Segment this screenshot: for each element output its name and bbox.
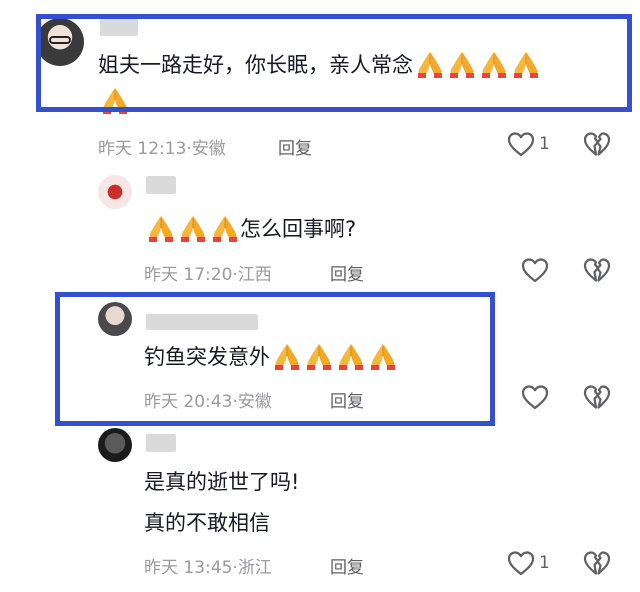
avatar[interactable]	[98, 175, 132, 209]
dislike-button[interactable]	[582, 130, 612, 162]
comment-meta-4: 昨天 13:45·浙江	[144, 558, 272, 578]
highlight-box-2	[55, 292, 495, 426]
username-redacted[interactable]	[146, 176, 176, 194]
heart-outline-icon	[521, 385, 549, 410]
comment-location: 安徽	[191, 139, 226, 159]
dislike-button[interactable]	[582, 383, 612, 415]
comment-location: 江西	[237, 265, 272, 285]
reply-button[interactable]: 回复	[330, 553, 364, 578]
heart-outline-icon	[507, 551, 535, 576]
highlight-box-1	[36, 14, 632, 112]
reply-button[interactable]: 回复	[278, 134, 312, 159]
comment-location: 安徽	[237, 392, 272, 412]
broken-heart-icon	[583, 551, 611, 575]
dislike-button[interactable]	[582, 549, 612, 581]
like-button[interactable]	[506, 549, 536, 581]
reply-button[interactable]: 回复	[330, 387, 364, 412]
comment-time: 昨天 17:20	[144, 265, 233, 285]
folded-hands-emoji-icon	[146, 214, 176, 243]
folded-hands-emoji-icon	[210, 214, 240, 243]
comment-location: 浙江	[237, 558, 272, 578]
comment-text-body: 怎么回事啊?	[240, 217, 357, 241]
like-count: 1	[539, 553, 550, 573]
broken-heart-icon	[583, 132, 611, 156]
broken-heart-icon	[583, 258, 611, 282]
heart-outline-icon	[507, 132, 535, 157]
like-button[interactable]	[520, 256, 550, 288]
folded-hands-emoji-icon	[178, 214, 208, 243]
username-redacted[interactable]	[146, 434, 176, 452]
comment-time: 昨天 13:45	[144, 558, 233, 578]
comment-text-2: 怎么回事啊?	[144, 214, 356, 244]
comment-meta-1: 昨天 12:13·安徽	[98, 139, 226, 159]
like-count: 1	[539, 134, 550, 154]
comment-text-4a: 是真的逝世了吗!	[144, 470, 300, 494]
like-button[interactable]	[520, 383, 550, 415]
like-button[interactable]	[506, 130, 536, 162]
comment-meta-3: 昨天 20:43·安徽	[144, 392, 272, 412]
heart-outline-icon	[521, 258, 549, 283]
comment-time: 昨天 12:13	[98, 139, 187, 159]
broken-heart-icon	[583, 385, 611, 409]
comment-meta-2: 昨天 17:20·江西	[144, 265, 272, 285]
avatar[interactable]	[98, 428, 132, 462]
reply-button[interactable]: 回复	[330, 260, 364, 285]
comment-text-4b: 真的不敢相信	[144, 511, 270, 535]
dislike-button[interactable]	[582, 256, 612, 288]
comment-time: 昨天 20:43	[144, 392, 233, 412]
